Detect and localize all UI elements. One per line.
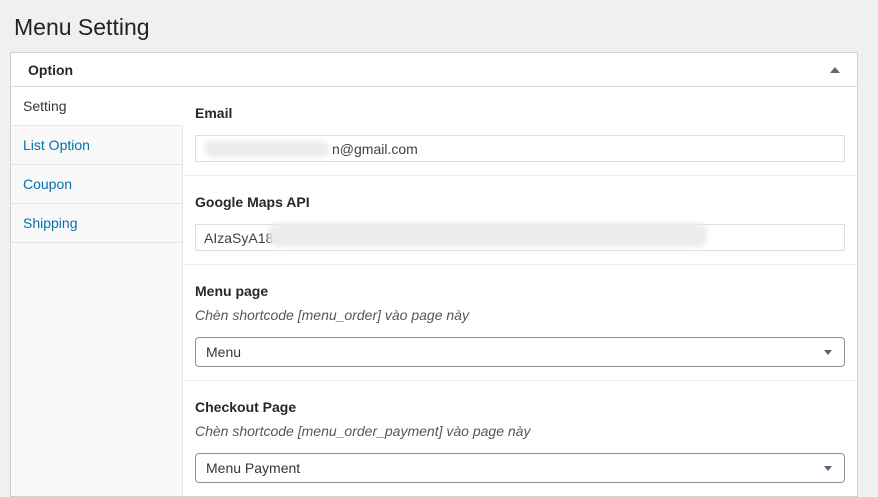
email-section: Email n@gmail.com: [183, 87, 857, 176]
collapse-up-arrow-icon: [830, 66, 840, 73]
option-panel-header: Option: [11, 53, 857, 87]
checkout-page-label: Checkout Page: [195, 399, 297, 415]
panel-collapse-button[interactable]: [817, 55, 853, 85]
option-panel-body: Setting List Option Coupon Shipping Emai…: [11, 87, 857, 496]
checkout-page-section: Checkout Page Chèn shortcode [menu_order…: [183, 381, 857, 496]
tab-list-option[interactable]: List Option: [11, 126, 183, 165]
google-maps-api-section: Google Maps API AIzaSyA18: [183, 176, 857, 265]
admin-page: Menu Setting Option Setting List Option …: [0, 0, 878, 497]
email-input[interactable]: n@gmail.com: [195, 135, 845, 162]
menu-page-description: Chèn shortcode [menu_order] vào page này: [195, 307, 469, 323]
tab-coupon[interactable]: Coupon: [11, 165, 183, 204]
email-label: Email: [195, 105, 233, 121]
menu-page-section: Menu page Chèn shortcode [menu_order] và…: [183, 265, 857, 381]
google-maps-api-input[interactable]: AIzaSyA18: [195, 222, 845, 251]
google-maps-api-value: AIzaSyA18: [204, 229, 274, 246]
checkout-page-select[interactable]: Menu Payment: [195, 453, 845, 483]
redacted-api-key-blur: [269, 222, 708, 247]
tab-setting[interactable]: Setting: [11, 87, 183, 126]
dropdown-arrow-icon: [824, 465, 832, 471]
menu-page-selected-value: Menu: [206, 344, 242, 360]
page-title: Menu Setting: [14, 14, 150, 40]
email-input-value: n@gmail.com: [332, 140, 418, 157]
settings-tab-list: Setting List Option Coupon Shipping: [11, 87, 183, 496]
tab-shipping[interactable]: Shipping: [11, 204, 183, 243]
setting-form: Email n@gmail.com Google Maps API AIzaSy…: [183, 87, 857, 496]
google-maps-api-label: Google Maps API: [195, 194, 310, 210]
redacted-email-blur: [204, 140, 330, 157]
checkout-page-description: Chèn shortcode [menu_order_payment] vào …: [195, 423, 531, 439]
menu-page-label: Menu page: [195, 283, 269, 299]
option-panel: Option Setting List Option Coupon Shippi…: [10, 52, 858, 497]
option-panel-title: Option: [28, 61, 74, 78]
checkout-page-selected-value: Menu Payment: [206, 460, 301, 476]
menu-page-select[interactable]: Menu: [195, 337, 845, 367]
dropdown-arrow-icon: [824, 349, 832, 355]
tab-list-filler: [11, 243, 183, 496]
